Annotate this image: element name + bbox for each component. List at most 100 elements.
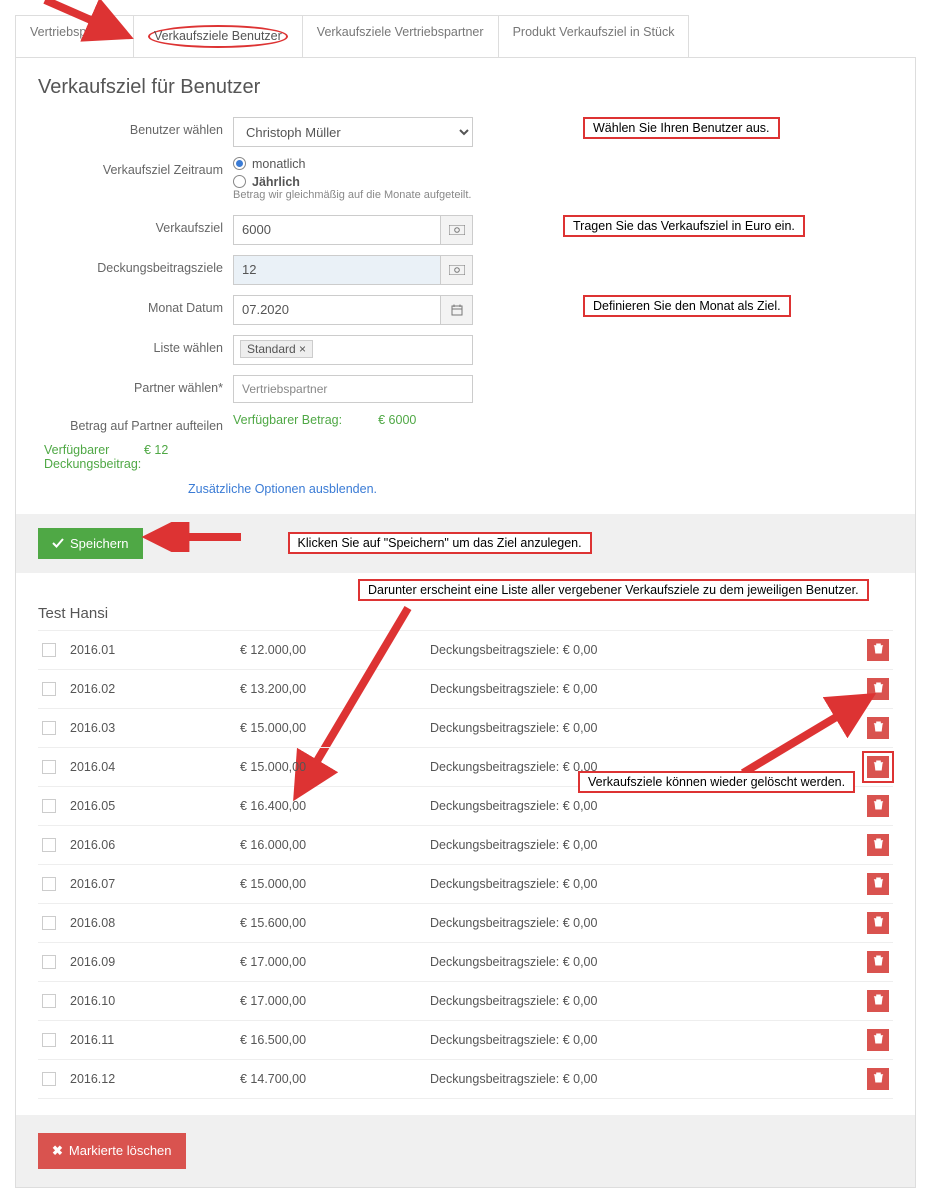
month-input[interactable] xyxy=(233,295,441,325)
row-checkbox[interactable] xyxy=(42,682,56,696)
row-cov: Deckungsbeitragsziele: € 0,00 xyxy=(430,877,867,891)
row-delete-button[interactable] xyxy=(867,1029,889,1051)
row-delete-button[interactable] xyxy=(867,834,889,856)
avail-amount-value: € 6000 xyxy=(378,413,416,427)
row-checkbox[interactable] xyxy=(42,955,56,969)
trash-icon xyxy=(873,643,884,657)
calendar-icon[interactable] xyxy=(441,295,473,325)
row-date: 2016.09 xyxy=(70,955,240,969)
row-amount: € 15.000,00 xyxy=(240,721,430,735)
label-target: Verkaufsziel xyxy=(38,215,233,235)
row-checkbox[interactable] xyxy=(42,721,56,735)
avail-cov-label: Verfügbarer Deckungsbeitrag: xyxy=(44,443,124,471)
row-amount: € 16.000,00 xyxy=(240,838,430,852)
label-period: Verkaufsziel Zeitraum xyxy=(38,157,233,177)
trash-icon xyxy=(873,1072,884,1086)
row-checkbox[interactable] xyxy=(42,799,56,813)
row-amount: € 15.000,00 xyxy=(240,877,430,891)
row-cov: Deckungsbeitragsziele: € 0,00 xyxy=(430,838,867,852)
close-icon: ✖ xyxy=(52,1143,63,1159)
row-cov: Deckungsbeitragsziele: € 0,00 xyxy=(430,799,867,813)
avail-cov-value: € 12 xyxy=(144,443,168,471)
currency-icon xyxy=(441,215,473,245)
partner-input[interactable]: Vertriebspartner xyxy=(233,375,473,403)
radio-yearly[interactable] xyxy=(233,175,246,188)
row-delete-button[interactable] xyxy=(867,639,889,661)
tab-verkaufsziele-vertriebspartner[interactable]: Verkaufsziele Vertriebspartner xyxy=(302,15,499,57)
annotation-target: Tragen Sie das Verkaufsziel in Euro ein. xyxy=(563,215,805,237)
row-delete-button[interactable] xyxy=(867,912,889,934)
label-month: Monat Datum xyxy=(38,295,233,315)
row-cov: Deckungsbeitragsziele: € 0,00 xyxy=(430,721,867,735)
row-delete-button[interactable] xyxy=(867,678,889,700)
trash-icon xyxy=(873,721,884,735)
row-date: 2016.01 xyxy=(70,643,240,657)
row-delete-button[interactable] xyxy=(867,990,889,1012)
row-date: 2016.11 xyxy=(70,1033,240,1047)
list-select[interactable]: Standard × xyxy=(233,335,473,365)
row-amount: € 16.400,00 xyxy=(240,799,430,813)
row-checkbox[interactable] xyxy=(42,916,56,930)
target-input[interactable] xyxy=(233,215,441,245)
list-title: Test Hansi xyxy=(38,605,893,622)
row-cov: Deckungsbeitragsziele: € 0,00 xyxy=(430,955,867,969)
row-date: 2016.02 xyxy=(70,682,240,696)
tab-verkaufsziele-benutzer[interactable]: Verkaufsziele Benutzer xyxy=(133,15,303,57)
trash-icon xyxy=(873,955,884,969)
annotation-month: Definieren Sie den Monat als Ziel. xyxy=(583,295,791,317)
label-split: Betrag auf Partner aufteilen xyxy=(38,413,233,433)
row-date: 2016.04 xyxy=(70,760,240,774)
row-delete-button[interactable] xyxy=(867,795,889,817)
row-date: 2016.05 xyxy=(70,799,240,813)
trash-icon xyxy=(873,877,884,891)
row-delete-button[interactable] xyxy=(867,756,889,778)
row-date: 2016.08 xyxy=(70,916,240,930)
row-amount: € 17.000,00 xyxy=(240,994,430,1008)
row-date: 2016.07 xyxy=(70,877,240,891)
label-user: Benutzer wählen xyxy=(38,117,233,137)
row-checkbox[interactable] xyxy=(42,1033,56,1047)
row-checkbox[interactable] xyxy=(42,994,56,1008)
row-amount: € 12.000,00 xyxy=(240,643,430,657)
row-cov: Deckungsbeitragsziele: € 0,00 xyxy=(430,1033,867,1047)
row-checkbox[interactable] xyxy=(42,760,56,774)
user-select[interactable]: Christoph Müller xyxy=(233,117,473,147)
trash-icon xyxy=(873,799,884,813)
row-date: 2016.10 xyxy=(70,994,240,1008)
row-date: 2016.06 xyxy=(70,838,240,852)
row-cov: Deckungsbeitragsziele: € 0,00 xyxy=(430,994,867,1008)
trash-icon xyxy=(873,682,884,696)
row-amount: € 13.200,00 xyxy=(240,682,430,696)
hide-options-link[interactable]: Zusätzliche Optionen ausblenden. xyxy=(188,482,377,496)
row-delete-button[interactable] xyxy=(867,1068,889,1090)
row-delete-button[interactable] xyxy=(867,951,889,973)
trash-icon xyxy=(873,916,884,930)
row-date: 2016.03 xyxy=(70,721,240,735)
row-checkbox[interactable] xyxy=(42,877,56,891)
yearly-help: Betrag wir gleichmäßig auf die Monate au… xyxy=(233,189,471,201)
label-cov: Deckungsbeitragsziele xyxy=(38,255,233,275)
tab-produkt-verkaufsziel[interactable]: Produkt Verkaufsziel in Stück xyxy=(498,15,690,57)
row-delete-button[interactable] xyxy=(867,717,889,739)
delete-marked-button[interactable]: ✖ Markierte löschen xyxy=(38,1133,186,1169)
row-amount: € 14.700,00 xyxy=(240,1072,430,1086)
check-icon xyxy=(52,537,64,549)
trash-icon xyxy=(873,838,884,852)
currency-icon xyxy=(441,255,473,285)
row-checkbox[interactable] xyxy=(42,1072,56,1086)
tab-vertriebspartner[interactable]: Vertriebspartner xyxy=(15,15,134,57)
trash-icon xyxy=(873,1033,884,1047)
trash-icon xyxy=(873,760,884,774)
row-cov: Deckungsbeitragsziele: € 0,00 xyxy=(430,1072,867,1086)
annotation-user: Wählen Sie Ihren Benutzer aus. xyxy=(583,117,780,139)
row-checkbox[interactable] xyxy=(42,643,56,657)
avail-amount-label: Verfügbarer Betrag: xyxy=(233,413,342,427)
cov-input[interactable] xyxy=(233,255,441,285)
row-delete-button[interactable] xyxy=(867,873,889,895)
row-date: 2016.12 xyxy=(70,1072,240,1086)
annotation-save: Klicken Sie auf "Speichern" um das Ziel … xyxy=(288,532,592,554)
save-button[interactable]: Speichern xyxy=(38,528,143,559)
page-title: Verkaufsziel für Benutzer xyxy=(38,76,893,99)
radio-monthly[interactable] xyxy=(233,157,246,170)
row-checkbox[interactable] xyxy=(42,838,56,852)
